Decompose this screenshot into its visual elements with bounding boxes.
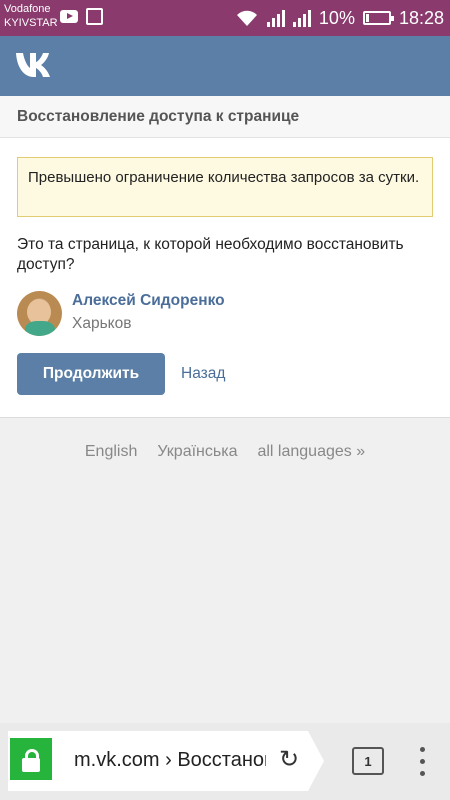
language-english-link[interactable]: English bbox=[85, 443, 137, 461]
continue-button[interactable]: Продолжить bbox=[17, 353, 165, 395]
rate-limit-warning: Превышено ограничение количества запросо… bbox=[17, 157, 433, 217]
browser-toolbar: m.vk.com › Восстановление ↻ 1 bbox=[0, 723, 450, 800]
status-bar: Vodafone KYIVSTAR 10% 18:28 bbox=[0, 0, 450, 36]
battery-icon bbox=[362, 11, 394, 25]
youtube-icon bbox=[60, 10, 78, 23]
carrier-line-2: KYIVSTAR bbox=[4, 17, 58, 29]
user-city: Харьков bbox=[72, 315, 132, 332]
carrier-label: Vodafone KYIVSTAR bbox=[4, 2, 58, 30]
signal-icon-2 bbox=[292, 9, 311, 27]
clock: 18:28 bbox=[398, 7, 444, 28]
all-languages-link[interactable]: all languages » bbox=[257, 443, 365, 461]
vk-logo-icon[interactable] bbox=[14, 52, 58, 78]
address-bar[interactable]: m.vk.com › Восстановление ↻ bbox=[8, 731, 324, 791]
signal-icon bbox=[266, 9, 285, 27]
menu-icon[interactable] bbox=[414, 747, 430, 777]
restore-question: Это та страница, к которой необходимо во… bbox=[17, 236, 404, 273]
secure-lock-icon[interactable] bbox=[10, 738, 52, 780]
back-link[interactable]: Назад bbox=[181, 365, 225, 383]
language-ukrainian-link[interactable]: Українська bbox=[157, 443, 237, 461]
refresh-icon[interactable]: ↻ bbox=[276, 747, 302, 773]
wifi-icon bbox=[236, 10, 257, 26]
battery-percent: 10% bbox=[318, 7, 355, 28]
tabs-button[interactable]: 1 bbox=[352, 747, 384, 775]
status-right: 10% 18:28 bbox=[235, 0, 444, 36]
restore-access-panel: Восстановление доступа к странице Превыш… bbox=[0, 96, 450, 418]
avatar[interactable] bbox=[17, 291, 62, 336]
user-name-link[interactable]: Алексей Сидоренко bbox=[72, 292, 225, 310]
carrier-line-1: Vodafone bbox=[4, 3, 51, 15]
language-links: English Українська all languages » bbox=[0, 443, 450, 461]
url-text[interactable]: m.vk.com › Восстановление bbox=[74, 749, 266, 775]
app-header bbox=[0, 36, 450, 96]
page-title: Восстановление доступа к странице bbox=[0, 96, 450, 138]
image-notification-icon bbox=[86, 8, 103, 25]
